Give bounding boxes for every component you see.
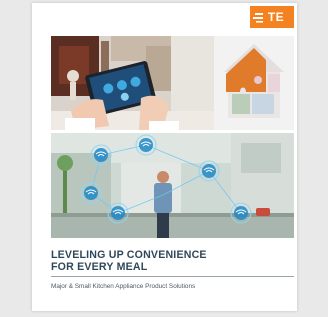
wifi-icon: [80, 182, 102, 204]
wifi-icon: [198, 160, 220, 182]
connected-kitchen-photo: [51, 133, 294, 238]
house-puzzle-graphic: [214, 36, 294, 130]
title-line-2: FOR EVERY MEAL: [51, 261, 148, 273]
title-line-1: LEVELING UP CONVENIENCE: [51, 249, 207, 261]
cover-subtitle: Major & Small Kitchen Appliance Product …: [51, 283, 196, 290]
wifi-icon: [107, 202, 129, 224]
cover-title: LEVELING UP CONVENIENCE FOR EVERY MEAL: [51, 249, 291, 273]
title-divider: [51, 276, 294, 277]
tablet-kitchen-photo: [51, 36, 214, 130]
wifi-icon: [90, 144, 112, 166]
wifi-icon: [230, 202, 252, 224]
brochure-cover: TE LEVELING UP CONVENIENCE FOR EVERY MEA…: [32, 3, 297, 311]
te-logo: TE: [250, 6, 294, 28]
logo-text: TE: [267, 10, 285, 24]
wifi-icon: [135, 134, 157, 156]
